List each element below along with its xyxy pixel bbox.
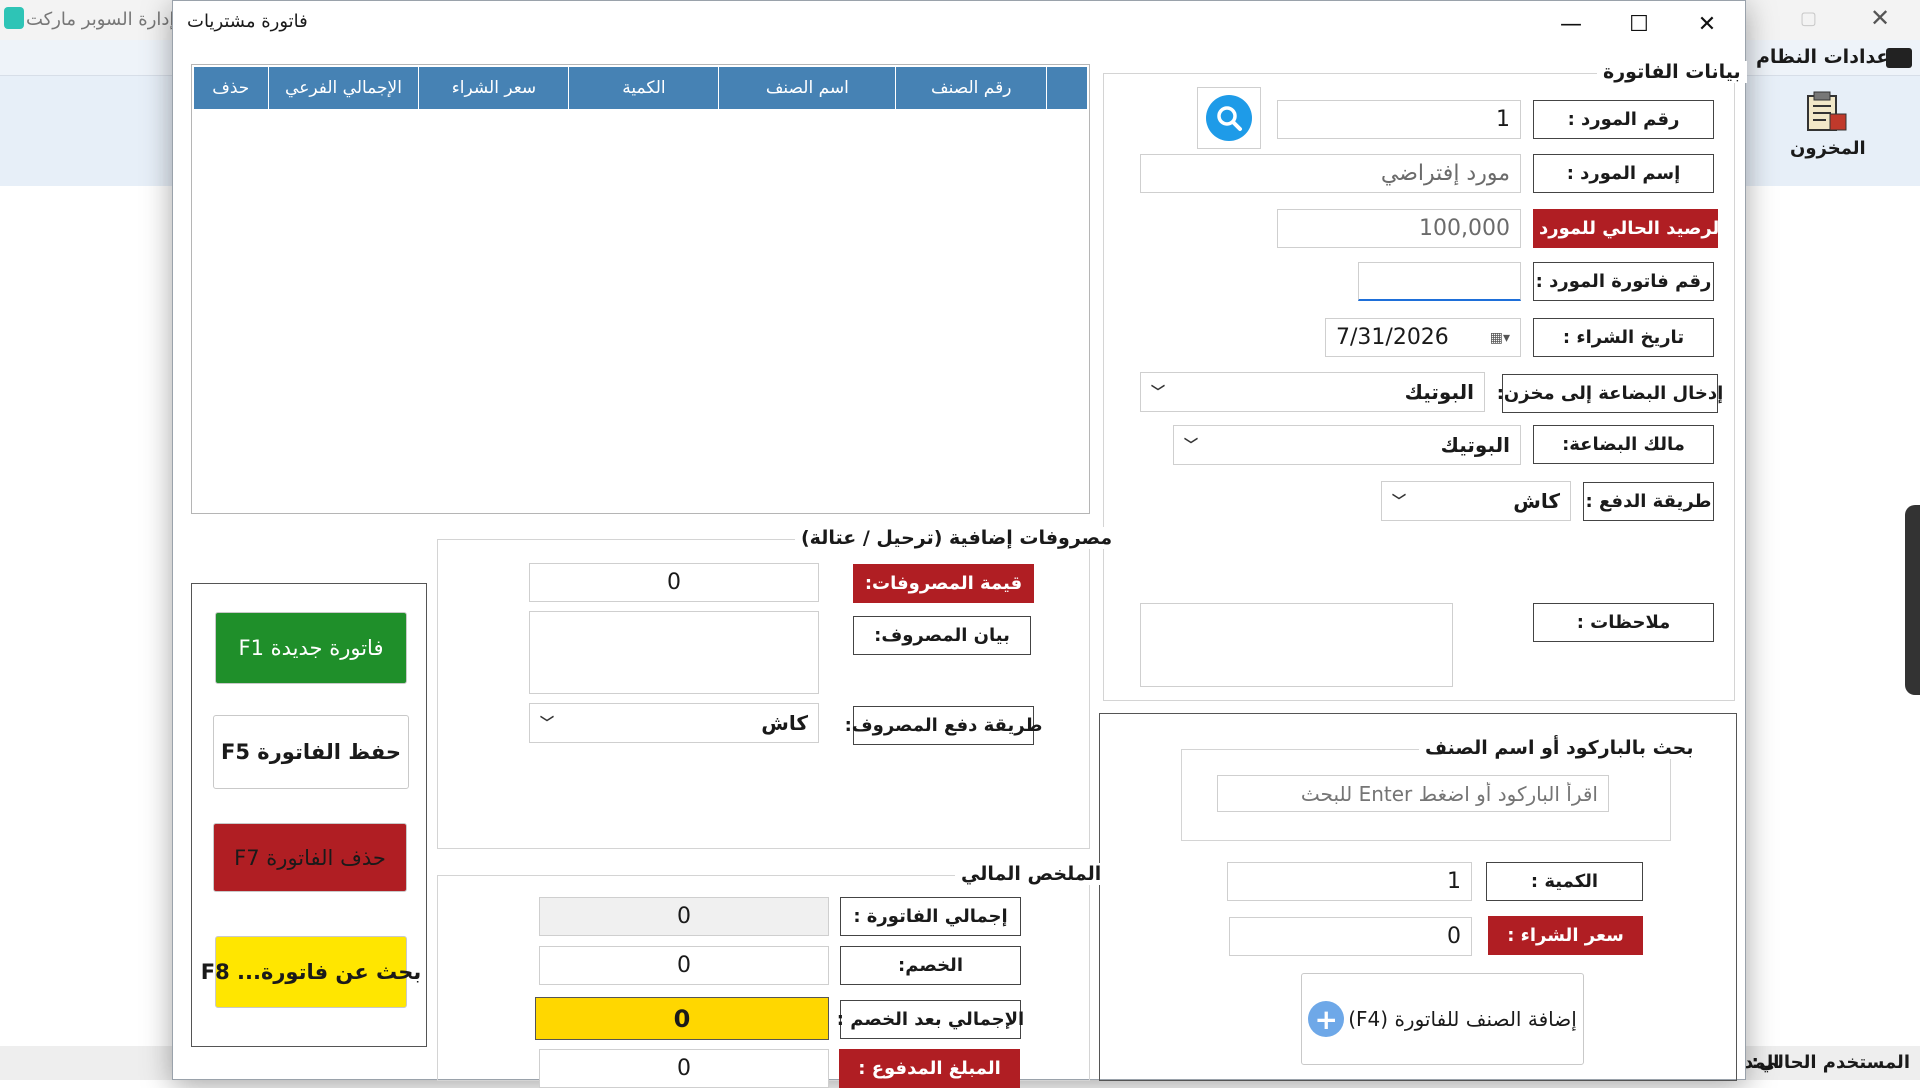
- price-field[interactable]: 0: [1229, 917, 1472, 956]
- store-select[interactable]: ﹀ البوتيك: [1140, 372, 1485, 412]
- items-grid[interactable]: حذف الإجمالي الفرعي سعر الشراء الكمية اس…: [191, 64, 1090, 514]
- dialog-titlebar: فاتورة مشتريات — ☐ ✕: [173, 1, 1745, 47]
- expenses-title: مصروفات إضافية (ترحيل / عتالة): [795, 527, 1119, 549]
- purchase-date-label: تاريخ الشراء :: [1533, 318, 1714, 357]
- new-invoice-button[interactable]: فاتورة جديدة F1: [215, 612, 407, 684]
- save-invoice-button[interactable]: حفظ الفاتورة F5: [213, 715, 409, 789]
- purchase-invoice-dialog: فاتورة مشتريات — ☐ ✕ حذف الإجمالي الفرعي…: [172, 0, 1747, 1088]
- wallet-icon: [1886, 48, 1912, 68]
- owner-value: البوتيك: [1440, 433, 1510, 457]
- expenses-description-label: بيان المصروف:: [853, 616, 1031, 655]
- plus-circle-icon: +: [1308, 1001, 1345, 1037]
- delete-invoice-button[interactable]: حذف الفاتورة F7: [213, 823, 407, 892]
- search-invoice-button[interactable]: بحث عن فاتورة... F8: [201, 936, 421, 1008]
- supplier-invoice-no-label: رقم فاتورة المورد :: [1533, 262, 1714, 301]
- expenses-payment-label: طريقة دفع المصروف:: [845, 706, 1042, 745]
- total-label: إجمالي الفاتورة :: [840, 897, 1021, 936]
- notes-field[interactable]: [1140, 603, 1453, 687]
- expenses-amount-label: قيمة المصروفات:: [853, 564, 1034, 603]
- chevron-down-icon: ﹀: [1184, 438, 1198, 454]
- close-icon[interactable]: ✕: [1673, 1, 1741, 47]
- grid-header-quantity[interactable]: الكمية: [569, 67, 720, 109]
- payment-method-select[interactable]: ﹀ كاش: [1381, 481, 1571, 521]
- supplier-name-field[interactable]: مورد إفتراضي: [1140, 154, 1521, 193]
- inventory-icon[interactable]: [1804, 90, 1848, 134]
- calendar-icon[interactable]: ▦▾: [1490, 330, 1510, 346]
- grid-header: حذف الإجمالي الفرعي سعر الشراء الكمية اس…: [194, 67, 1087, 109]
- payment-method-label: طريقة الدفع :: [1583, 482, 1714, 521]
- search-icon: [1206, 95, 1252, 141]
- menu-settings[interactable]: إعدادات النظام: [1756, 46, 1896, 68]
- paid-amount-field[interactable]: 0: [539, 1049, 829, 1088]
- price-label: سعر الشراء :: [1488, 916, 1643, 955]
- store-value: البوتيك: [1404, 380, 1474, 404]
- supplier-no-label: رقم المورد :: [1533, 100, 1714, 139]
- grid-header-delete[interactable]: حذف: [194, 67, 269, 109]
- add-item-button[interactable]: إضافة الصنف للفاتورة (F4) +: [1301, 973, 1584, 1065]
- search-group-title: بحث بالباركود أو اسم الصنف: [1419, 737, 1700, 759]
- purchase-date-value: 7/31/2026: [1336, 325, 1449, 350]
- notes-label: ملاحظات :: [1533, 603, 1714, 642]
- add-item-label: إضافة الصنف للفاتورة (F4): [1348, 1007, 1577, 1031]
- dialog-title: فاتورة مشتريات: [187, 11, 308, 32]
- expenses-payment-value: كاش: [761, 711, 808, 735]
- minimize-icon[interactable]: —: [1537, 1, 1605, 47]
- supplier-balance-label: الرصيد الحالي للمورد :: [1526, 209, 1725, 248]
- chevron-down-icon: ﹀: [1392, 494, 1406, 510]
- net-total-field[interactable]: 0: [535, 997, 829, 1040]
- supplier-no-field[interactable]: 1: [1277, 100, 1521, 139]
- supplier-name-label: إسم المورد :: [1533, 154, 1714, 193]
- ribbon-inventory-label[interactable]: المخزون: [1790, 138, 1866, 159]
- background-app-title: إدارة السوبر ماركت: [26, 9, 175, 30]
- status-user-value: المد: [1744, 1052, 1780, 1073]
- discount-field[interactable]: 0: [539, 946, 829, 985]
- total-field[interactable]: 0: [539, 897, 829, 936]
- paid-amount-label: المبلغ المدفوع :: [839, 1049, 1020, 1088]
- net-total-label: الإجمالي بعد الخصم :: [837, 1000, 1024, 1039]
- background-close-icon[interactable]: ✕: [1870, 4, 1900, 34]
- summary-title: الملخص المالي: [955, 863, 1108, 885]
- supplier-invoice-no-field[interactable]: [1358, 262, 1521, 301]
- invoice-data-title: بيانات الفاتورة: [1597, 61, 1747, 83]
- owner-select[interactable]: ﹀ البوتيك: [1173, 425, 1521, 465]
- quantity-label: الكمية :: [1486, 862, 1643, 901]
- grid-header-item-no[interactable]: رقم الصنف: [896, 67, 1048, 109]
- purchase-date-picker[interactable]: 7/31/2026 ▦▾: [1325, 318, 1521, 357]
- background-side-handle[interactable]: [1905, 505, 1920, 695]
- chevron-down-icon: ﹀: [540, 716, 554, 732]
- grid-header-item-name[interactable]: اسم الصنف: [719, 67, 897, 109]
- expenses-payment-select[interactable]: ﹀ كاش: [529, 703, 819, 743]
- search-supplier-button[interactable]: [1197, 87, 1261, 149]
- grid-header-subtotal[interactable]: الإجمالي الفرعي: [269, 67, 420, 109]
- owner-label: مالك البضاعة:: [1533, 425, 1714, 464]
- store-label: إدخال البضاعة إلى مخزن:: [1497, 374, 1723, 413]
- expenses-amount-field[interactable]: 0: [529, 563, 819, 602]
- quantity-field[interactable]: 1: [1227, 862, 1472, 901]
- discount-label: الخصم:: [840, 946, 1021, 985]
- payment-method-value: كاش: [1513, 489, 1560, 513]
- background-maximize-icon[interactable]: ▢: [1800, 8, 1820, 29]
- expenses-description-field[interactable]: [529, 611, 819, 694]
- maximize-icon[interactable]: ☐: [1605, 1, 1673, 47]
- app-logo-icon: [4, 7, 24, 29]
- grid-header-filler: [1047, 67, 1087, 109]
- chevron-down-icon: ﹀: [1151, 385, 1165, 401]
- supplier-balance-field[interactable]: 100,000: [1277, 209, 1521, 248]
- grid-header-price[interactable]: سعر الشراء: [419, 67, 570, 109]
- search-input[interactable]: [1217, 775, 1609, 812]
